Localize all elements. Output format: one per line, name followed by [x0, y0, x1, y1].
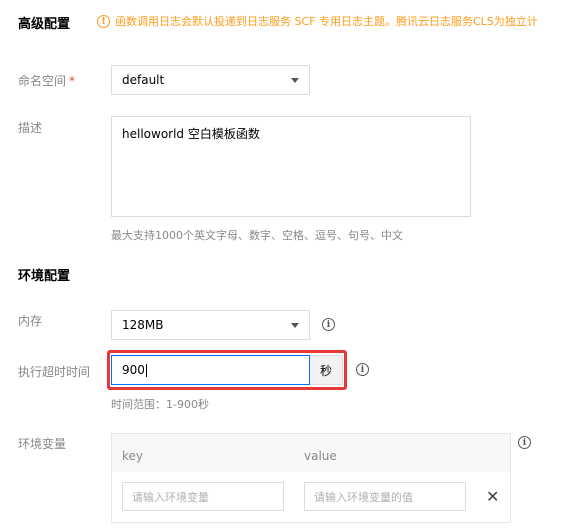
timeout-unit: 秒	[310, 355, 343, 385]
value-column-header: value	[304, 449, 337, 463]
required-mark: *	[69, 74, 76, 88]
description-label: 描述	[18, 121, 43, 135]
timeout-hint: 时间范围：1-900秒	[111, 398, 209, 411]
memory-select[interactable]: 128MB	[111, 310, 310, 340]
delete-env-var-close-icon[interactable]: ✕	[486, 487, 499, 506]
memory-value: 128MB	[122, 318, 164, 332]
env-vars-label: 环境变量	[18, 437, 67, 451]
description-textarea[interactable]: helloworld 空白模板函数	[111, 116, 471, 217]
env-vars-table: key value 请输入环境变量 请输入环境变量的值 ✕	[111, 433, 511, 523]
timeout-label: 执行超时时间	[18, 365, 91, 379]
memory-label: 内存	[18, 314, 43, 328]
key-column-header: key	[122, 449, 144, 463]
timeout-input[interactable]: 900	[111, 355, 310, 385]
chevron-down-icon	[291, 322, 299, 328]
environment-config-title: 环境配置	[18, 269, 71, 284]
namespace-value: default	[122, 73, 165, 87]
namespace-select[interactable]: default	[111, 65, 310, 95]
chevron-down-icon	[291, 77, 299, 83]
info-icon[interactable]: i	[518, 436, 531, 449]
warning-circle-icon: !	[97, 14, 110, 28]
env-value-input[interactable]: 请输入环境变量的值	[304, 482, 466, 511]
log-notice-text: 函数调用日志会默认投递到日志服务 SCF 专用日志主题。腾讯云日志服务CLS为独…	[115, 15, 538, 28]
env-key-input[interactable]: 请输入环境变量	[122, 482, 284, 511]
log-notice: ! 函数调用日志会默认投递到日志服务 SCF 专用日志主题。腾讯云日志服务CLS…	[97, 13, 538, 29]
info-icon[interactable]: i	[322, 318, 335, 331]
description-hint: 最大支持1000个英文字母、数字、空格、逗号、句号、中文	[111, 229, 403, 242]
advanced-config-title: 高级配置	[18, 17, 71, 32]
text-cursor	[145, 363, 147, 377]
info-icon[interactable]: i	[356, 363, 369, 376]
timeout-value: 900	[122, 363, 145, 377]
namespace-label: 命名空间 *	[18, 74, 76, 88]
